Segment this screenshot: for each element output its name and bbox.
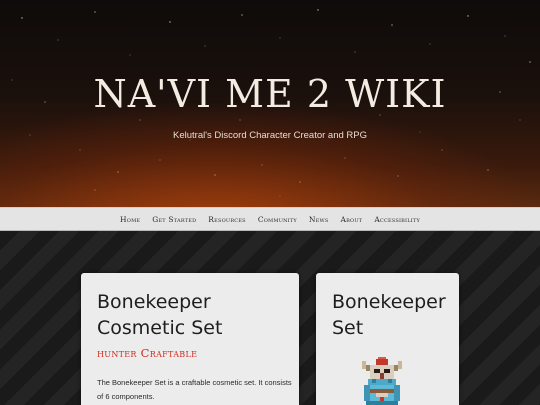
nav-item-news[interactable]: News [309, 215, 329, 224]
hero-banner: NA'VI ME 2 WIKI Kelutral's Discord Chara… [0, 0, 540, 207]
article-card: Bonekeeper Cosmetic Set hunter Craftable… [81, 273, 299, 405]
article-description: The Bonekeeper Set is a craftable cosmet… [97, 378, 292, 401]
main-navigation: Home Get Started Resources Community New… [0, 207, 540, 231]
nav-item-resources[interactable]: Resources [208, 215, 246, 224]
infobox-title: Bonekeeper Set [332, 291, 446, 339]
nav-item-accessibility[interactable]: Accessibility [374, 215, 420, 224]
site-title[interactable]: NA'VI ME 2 WIKI [0, 72, 540, 116]
article-subtitle: hunter Craftable [97, 346, 198, 360]
nav-item-community[interactable]: Community [258, 215, 297, 224]
bonekeeper-sprite-icon [362, 357, 402, 405]
site-tagline: Kelutral's Discord Character Creator and… [173, 130, 367, 141]
nav-item-about[interactable]: About [340, 215, 362, 224]
nav-item-get-started[interactable]: Get Started [152, 215, 196, 224]
infobox-card: Bonekeeper Set [316, 273, 459, 405]
article-title: Bonekeeper Cosmetic Set [97, 291, 223, 339]
nav-item-home[interactable]: Home [120, 215, 140, 224]
